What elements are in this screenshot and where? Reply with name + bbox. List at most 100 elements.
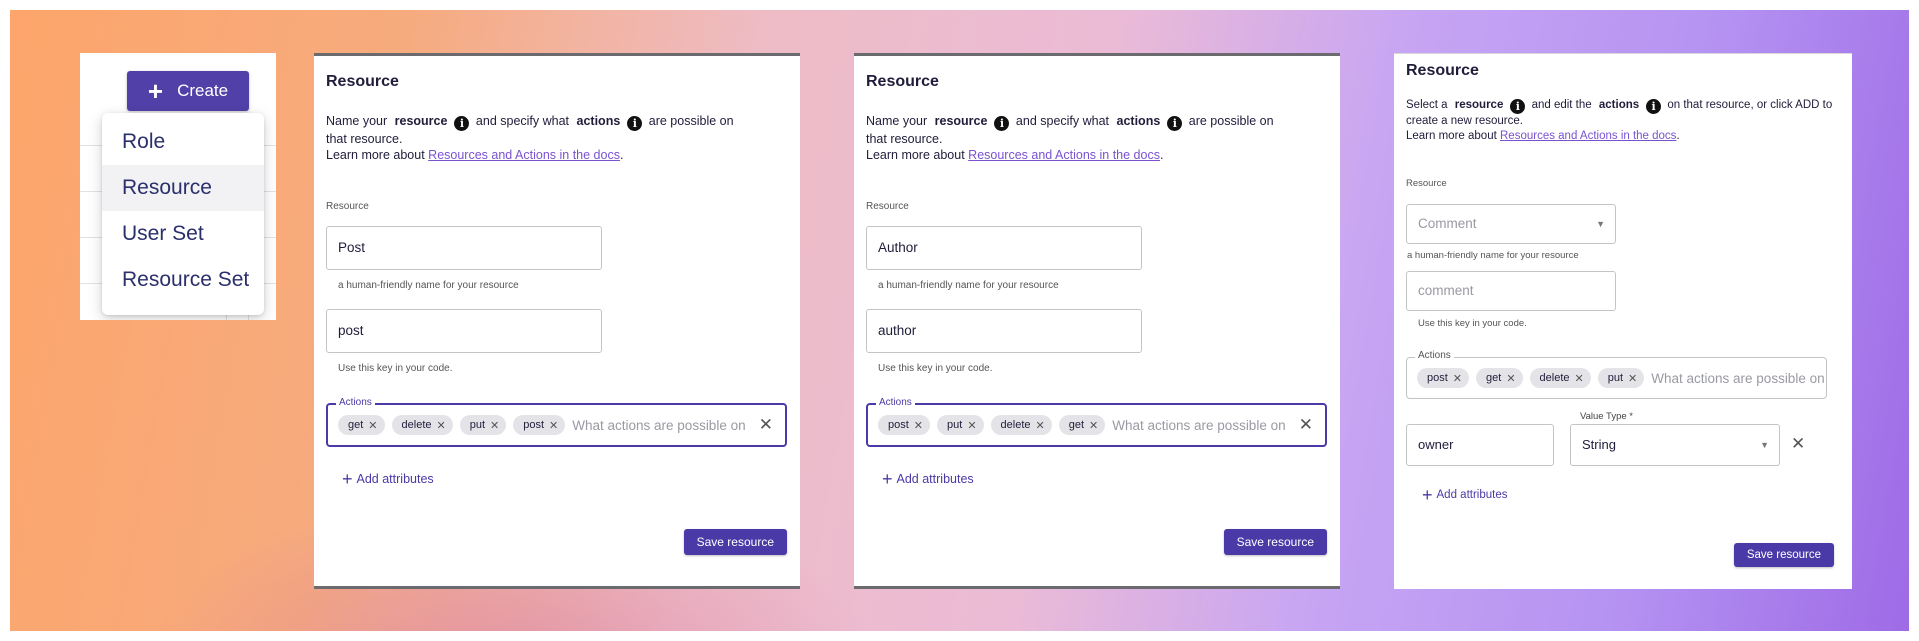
dropdown-arrow-icon: ▼ (1760, 440, 1769, 450)
info-icon[interactable]: i (994, 116, 1010, 131)
info-icon[interactable]: i (1510, 99, 1526, 114)
remove-chip-icon[interactable]: ✕ (1089, 419, 1098, 432)
resource-form-comment: Resource Select a resource i and edit the… (1394, 53, 1852, 589)
desc-bold-actions: actions (1116, 114, 1161, 128)
panel-title: Resource (326, 73, 399, 90)
remove-chip-icon[interactable]: ✕ (1506, 372, 1515, 385)
resource-form-post: Resource Name your resource i and specify… (314, 53, 800, 589)
info-icon[interactable]: i (454, 116, 470, 131)
docs-link[interactable]: Resources and Actions in the docs (428, 148, 620, 162)
actions-placeholder: What actions are possible on res... (1651, 370, 1826, 386)
actions-label: Actions (1415, 350, 1454, 361)
value-type-value: String (1582, 437, 1616, 452)
panel-title: Resource (1406, 62, 1479, 79)
clear-icon[interactable]: ✕ (753, 415, 785, 435)
desc-text: and specify what (475, 114, 570, 128)
create-dropdown-menu: Role Resource User Set Resource Set (102, 113, 264, 315)
action-chip: post ✕ (513, 415, 566, 435)
action-chip: get ✕ (1058, 415, 1106, 435)
action-chip: get ✕ (1476, 368, 1523, 388)
add-attributes-label: Add attributes (1436, 489, 1508, 501)
panel-description: Name your resource i and specify what act… (866, 114, 1274, 162)
save-resource-button[interactable]: Save resource (1223, 529, 1327, 555)
menu-item-resource-set[interactable]: Resource Set (102, 257, 264, 303)
resource-name-input[interactable]: Post (326, 226, 602, 270)
attribute-name-input[interactable]: owner (1406, 424, 1554, 466)
action-chip: put ✕ (459, 415, 507, 435)
menu-item-role[interactable]: Role (102, 119, 264, 165)
resource-section-label: Resource (326, 201, 369, 212)
resource-form-author: Resource Name your resource i and specify… (854, 53, 1340, 589)
plus-icon: + (342, 469, 353, 489)
add-attributes-button[interactable]: + Add attributes (1422, 486, 1508, 504)
save-resource-button[interactable]: Save resource (1733, 543, 1834, 567)
plus-icon: + (882, 469, 893, 489)
add-attributes-button[interactable]: + Add attributes (342, 469, 434, 489)
remove-chip-icon[interactable]: ✕ (549, 419, 558, 432)
add-attributes-label: Add attributes (896, 472, 974, 486)
create-button-label: Create (177, 81, 229, 100)
info-icon[interactable]: i (1167, 116, 1183, 131)
desc-bold-resource: resource (934, 114, 988, 128)
resource-key-input[interactable]: post (326, 309, 602, 353)
clear-icon[interactable]: ✕ (1293, 415, 1325, 435)
key-helper-text: Use this key in your code. (1418, 318, 1527, 329)
remove-chip-icon[interactable]: ✕ (1453, 372, 1462, 385)
remove-chip-icon[interactable]: ✕ (368, 419, 377, 432)
resource-select-value: Comment (1418, 216, 1477, 231)
resource-section-label: Resource (866, 201, 909, 212)
name-helper-text: a human-friendly name for your resource (338, 280, 519, 291)
actions-label: Actions (336, 397, 375, 408)
actions-input[interactable]: Actions post ✕ get ✕ delete ✕ put ✕ What act… (1406, 350, 1827, 399)
docs-link[interactable]: Resources and Actions in the docs (1500, 130, 1676, 142)
menu-item-resource[interactable]: Resource (102, 165, 264, 211)
panel-description: Select a resource i and edit the actions i… (1406, 99, 1833, 142)
resource-key-input[interactable]: author (866, 309, 1142, 353)
resource-name-input[interactable]: Author (866, 226, 1142, 270)
info-icon[interactable]: i (627, 116, 643, 131)
action-chip: delete ✕ (990, 415, 1052, 435)
save-resource-button[interactable]: Save resource (683, 529, 787, 555)
learn-more-text: Learn more about (866, 148, 965, 162)
remove-chip-icon[interactable]: ✕ (914, 419, 923, 432)
resource-select[interactable]: Comment ▼ (1406, 204, 1616, 244)
resource-key-input[interactable]: comment (1406, 271, 1616, 311)
dropdown-arrow-icon: ▼ (1596, 219, 1605, 229)
action-chip: put ✕ (937, 415, 984, 435)
desc-text: Name your (866, 114, 928, 128)
add-attributes-label: Add attributes (356, 472, 434, 486)
remove-attribute-icon[interactable]: ✕ (1791, 434, 1805, 454)
actions-placeholder: What actions are possible on Author? (1112, 417, 1286, 433)
actions-input[interactable]: Actions post ✕ put ✕ delete ✕ get ✕ What act… (866, 397, 1327, 447)
info-icon[interactable]: i (1646, 99, 1662, 114)
desc-bold-actions: actions (1598, 99, 1640, 111)
remove-chip-icon[interactable]: ✕ (437, 419, 446, 432)
desc-text: Select a (1406, 99, 1448, 111)
create-menu-panel: + Create Role Resource User Set Resource… (80, 53, 276, 320)
create-button[interactable]: + Create (127, 71, 249, 111)
panel-title: Resource (866, 73, 939, 90)
key-helper-text: Use this key in your code. (338, 363, 453, 374)
value-type-select[interactable]: String ▼ (1570, 424, 1780, 466)
add-attributes-button[interactable]: + Add attributes (882, 469, 974, 489)
desc-text: and edit the (1531, 99, 1592, 111)
resource-section-label: Resource (1406, 178, 1447, 189)
actions-label: Actions (876, 397, 915, 408)
desc-text: Name your (326, 114, 388, 128)
remove-chip-icon[interactable]: ✕ (967, 419, 976, 432)
action-chip: post ✕ (1417, 368, 1470, 388)
actions-input[interactable]: Actions get ✕ delete ✕ put ✕ post ✕ What act… (326, 397, 787, 447)
remove-chip-icon[interactable]: ✕ (1628, 372, 1637, 385)
docs-link[interactable]: Resources and Actions in the docs (968, 148, 1160, 162)
desc-text: and specify what (1015, 114, 1110, 128)
desc-bold-resource: resource (394, 114, 448, 128)
desc-bold-actions: actions (576, 114, 621, 128)
learn-more-text: Learn more about (1406, 130, 1497, 142)
action-chip: delete ✕ (1529, 368, 1591, 388)
remove-chip-icon[interactable]: ✕ (1036, 419, 1045, 432)
remove-chip-icon[interactable]: ✕ (490, 419, 499, 432)
action-chip: get ✕ (338, 415, 385, 435)
remove-chip-icon[interactable]: ✕ (1575, 372, 1584, 385)
panel-description: Name your resource i and specify what act… (326, 114, 734, 162)
menu-item-user-set[interactable]: User Set (102, 211, 264, 257)
